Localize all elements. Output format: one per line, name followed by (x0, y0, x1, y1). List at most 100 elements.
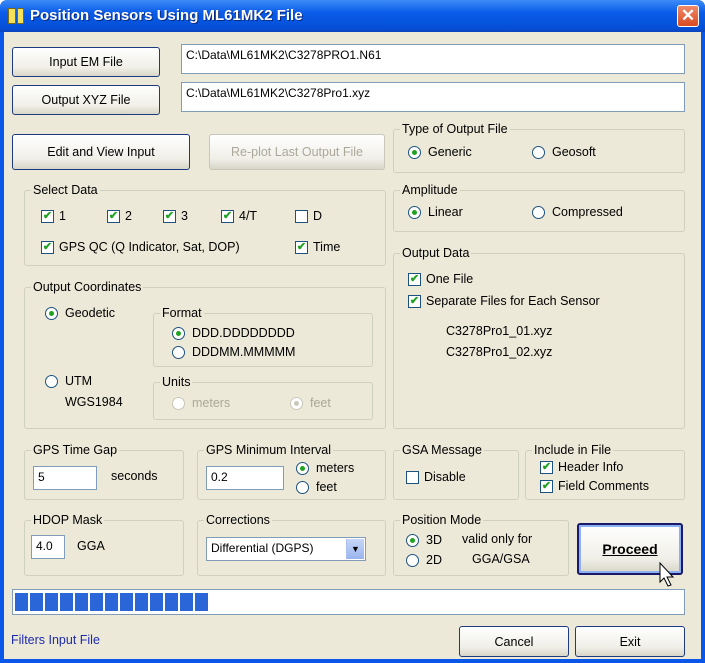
checkbox-gsa-disable[interactable]: Disable (406, 470, 466, 484)
units-meters-radio-dot (172, 396, 185, 410)
output-file-2: C3278Pro1_02.xyz (446, 345, 553, 359)
checkbox-separate-files[interactable]: ✔ Separate Files for Each Sensor (408, 294, 600, 308)
output-path-field[interactable]: C:\Data\ML61MK2\C3278Pro1.xyz (181, 82, 685, 112)
interval-feet-radio[interactable]: feet (296, 480, 337, 494)
progress-segment (30, 593, 43, 611)
hdop-mask-label: HDOP Mask (31, 513, 105, 527)
cancel-label: Cancel (494, 634, 534, 649)
edit-view-input-label: Edit and View Input (47, 145, 155, 159)
format-ddd-label: DDD.DDDDDDDD (192, 326, 295, 340)
checkbox-channel-2-box: ✔ (107, 209, 120, 223)
mode-2d-radio[interactable]: 2D (406, 553, 442, 567)
progress-segment (90, 593, 103, 611)
geodetic-radio[interactable]: Geodetic (45, 306, 115, 320)
generic-radio[interactable]: Generic (408, 145, 472, 159)
linear-radio[interactable]: Linear (408, 205, 463, 219)
progress-segment (195, 593, 208, 611)
progress-fill (15, 593, 208, 611)
progress-bar (12, 589, 685, 615)
cancel-button[interactable]: Cancel (459, 626, 569, 657)
checkbox-channel-1[interactable]: ✔ 1 (41, 209, 66, 223)
output-xyz-file-label: Output XYZ File (41, 93, 131, 107)
header-info-label: Header Info (558, 460, 624, 474)
amplitude-group: Amplitude Linear Compressed (393, 183, 685, 232)
mouse-cursor-icon (659, 562, 675, 587)
interval-feet-radio-dot (296, 480, 309, 494)
close-button[interactable]: ✕ (677, 5, 699, 27)
exit-button[interactable]: Exit (575, 626, 685, 657)
input-path-field[interactable]: C:\Data\ML61MK2\C3278PRO1.N61 (181, 44, 685, 74)
field-comments-label: Field Comments (558, 479, 649, 493)
exit-label: Exit (619, 634, 641, 649)
select-data-group: Select Data ✔ 1 ✔ 2 ✔ 3 ✔ 4/T D ✔ GPS QC (Q I… (24, 183, 386, 266)
utm-radio[interactable]: UTM (45, 374, 92, 388)
corrections-value: Differential (DGPS) (211, 541, 314, 555)
gsa-message-group: GSA Message Disable (393, 443, 519, 500)
utm-radio-dot (45, 374, 58, 388)
checkbox-channel-2[interactable]: ✔ 2 (107, 209, 132, 223)
checkbox-time[interactable]: ✔ Time (295, 240, 340, 254)
app-icon (8, 8, 24, 24)
units-meters-radio: meters (172, 396, 230, 410)
gps-min-interval-input[interactable]: 0.2 (206, 466, 284, 490)
mode-2d-label: 2D (426, 553, 442, 567)
type-output-group: Type of Output File Generic Geosoft (393, 122, 685, 173)
geosoft-radio[interactable]: Geosoft (532, 145, 596, 159)
progress-segment (45, 593, 58, 611)
format-ddd-radio[interactable]: DDD.DDDDDDDD (172, 326, 295, 340)
hdop-suffix: GGA (77, 539, 105, 553)
gps-qc-label: GPS QC (Q Indicator, Sat, DOP) (59, 240, 240, 254)
interval-meters-radio[interactable]: meters (296, 461, 354, 475)
checkbox-channel-d[interactable]: D (295, 209, 322, 223)
dialog-body: Input EM File C:\Data\ML61MK2\C3278PRO1.… (4, 32, 701, 659)
hdop-mask-input[interactable]: 4.0 (31, 535, 65, 559)
progress-segment (60, 593, 73, 611)
checkbox-gps-qc[interactable]: ✔ GPS QC (Q Indicator, Sat, DOP) (41, 240, 240, 254)
checkbox-one-file[interactable]: ✔ One File (408, 272, 473, 286)
checkbox-channel-4t[interactable]: ✔ 4/T (221, 209, 257, 223)
output-file-1: C3278Pro1_01.xyz (446, 324, 553, 338)
progress-segment (150, 593, 163, 611)
output-data-label: Output Data (400, 246, 472, 260)
checkbox-time-box: ✔ (295, 240, 308, 254)
corrections-label: Corrections (204, 513, 272, 527)
checkbox-channel-d-box (295, 209, 308, 223)
mode-note-line1: valid only for (462, 532, 533, 546)
mode-3d-radio[interactable]: 3D (406, 533, 442, 547)
interval-meters-label: meters (316, 461, 355, 475)
compressed-radio[interactable]: Compressed (532, 205, 623, 219)
output-xyz-file-button[interactable]: Output XYZ File (12, 85, 160, 115)
replot-button: Re-plot Last Output File (209, 134, 385, 170)
units-meters-label: meters (192, 396, 231, 410)
channel-3-label: 3 (181, 209, 188, 223)
close-icon: ✕ (680, 6, 696, 25)
checkbox-channel-3[interactable]: ✔ 3 (163, 209, 188, 223)
corrections-select[interactable]: Differential (DGPS) ▼ (206, 537, 366, 561)
progress-segment (15, 593, 28, 611)
datum-label: WGS1984 (65, 395, 123, 409)
chevron-down-icon[interactable]: ▼ (346, 539, 364, 559)
generic-label: Generic (428, 145, 472, 159)
dialog-window: Position Sensors Using ML61MK2 File ✕ In… (0, 0, 705, 663)
select-data-label: Select Data (31, 183, 100, 197)
checkbox-header-info[interactable]: ✔ Header Info (540, 460, 623, 474)
mode-3d-label: 3D (426, 533, 442, 547)
checkbox-gps-qc-box: ✔ (41, 240, 54, 254)
gps-time-gap-label: GPS Time Gap (31, 443, 120, 457)
title-bar[interactable]: Position Sensors Using ML61MK2 File ✕ (0, 0, 705, 32)
checkbox-channel-3-box: ✔ (163, 209, 176, 223)
format-dddmm-radio[interactable]: DDDMM.MMMMM (172, 345, 295, 359)
units-group: Units meters feet (153, 375, 373, 420)
input-em-file-button[interactable]: Input EM File (12, 47, 160, 77)
gps-time-gap-input[interactable]: 5 (33, 466, 97, 490)
channel-1-label: 1 (59, 209, 66, 223)
units-label: Units (160, 375, 193, 389)
edit-view-input-button[interactable]: Edit and View Input (12, 134, 190, 170)
linear-label: Linear (428, 205, 463, 219)
format-group: Format DDD.DDDDDDDD DDDMM.MMMMM (153, 306, 373, 367)
channel-4t-label: 4/T (239, 209, 258, 223)
checkbox-field-comments[interactable]: ✔ Field Comments (540, 479, 649, 493)
time-label: Time (313, 240, 341, 254)
status-text: Filters Input File (11, 633, 100, 647)
replot-label: Re-plot Last Output File (230, 145, 363, 159)
